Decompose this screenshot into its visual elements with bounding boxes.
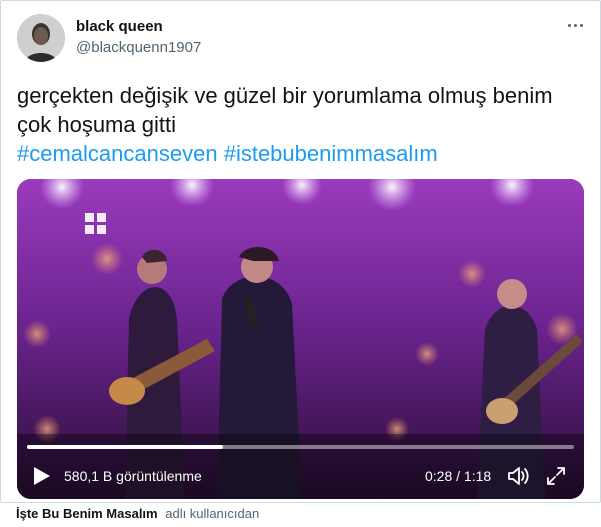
author-avatar[interactable] bbox=[17, 14, 65, 62]
fullscreen-icon[interactable] bbox=[545, 465, 567, 487]
author-handle[interactable]: @blackquenn1907 bbox=[76, 39, 201, 56]
video-view-count: 580,1 B görüntülenme bbox=[64, 468, 202, 484]
play-icon[interactable] bbox=[33, 466, 51, 486]
tweet-text-line: çok hoşuma gitti bbox=[17, 112, 176, 137]
video-frame bbox=[17, 179, 584, 499]
tweet-text: gerçekten değişik ve güzel bir yorumlama… bbox=[17, 81, 587, 168]
more-options-icon[interactable] bbox=[563, 13, 587, 37]
video-progress-bar[interactable] bbox=[27, 445, 574, 449]
hashtag-link[interactable]: #istebubenimmasalım bbox=[224, 141, 438, 166]
tweet-card: black queen @blackquenn1907 gerçekten de… bbox=[0, 0, 601, 503]
tweet-text-line: gerçekten değişik ve güzel bir yorumlama… bbox=[17, 83, 553, 108]
video-source-caption: İşte Bu Benim Masalım adlı kullanıcıdan bbox=[16, 506, 259, 521]
video-progress-fill bbox=[27, 445, 224, 449]
video-time-readout: 0:28 / 1:18 bbox=[425, 468, 492, 484]
video-player[interactable]: 580,1 B görüntülenme 0:28 / 1:18 bbox=[17, 179, 584, 499]
tweet-hashtags-line: #cemalcancanseven #istebubenimmasalım bbox=[17, 139, 587, 168]
hashtag-link[interactable]: #cemalcancanseven bbox=[17, 141, 218, 166]
author-display-name[interactable]: black queen bbox=[76, 18, 163, 35]
volume-icon[interactable] bbox=[507, 465, 531, 487]
video-source-name[interactable]: İşte Bu Benim Masalım bbox=[16, 506, 158, 521]
video-source-suffix: adlı kullanıcıdan bbox=[165, 506, 260, 521]
